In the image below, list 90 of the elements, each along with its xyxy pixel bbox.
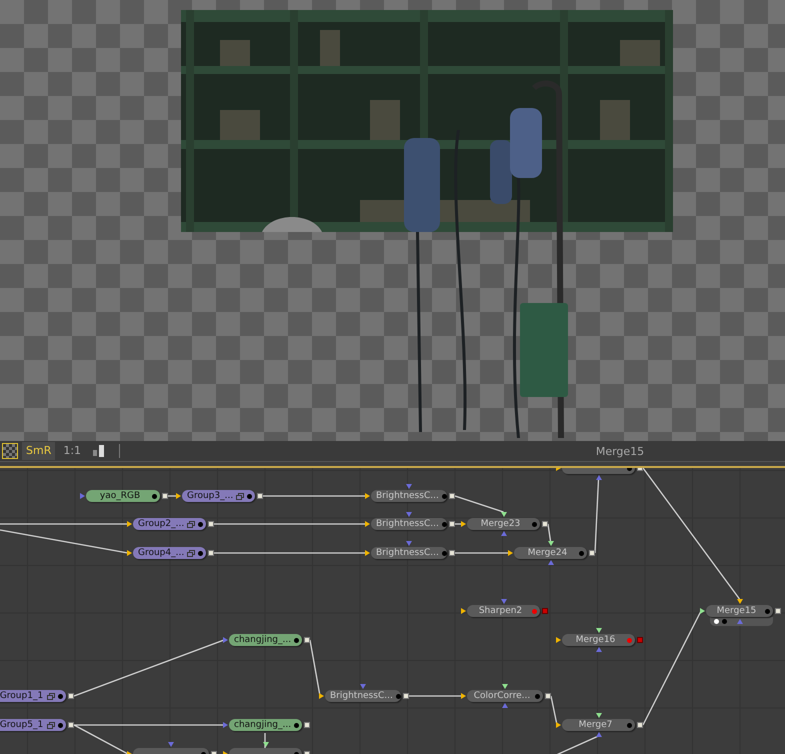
flow-node[interactable]: BrightnessC... [371, 518, 447, 530]
flow-node[interactable]: Merge24 [514, 547, 587, 559]
input-port[interactable] [365, 521, 370, 527]
output-port[interactable] [68, 693, 74, 699]
input-port[interactable] [548, 541, 554, 546]
input-port[interactable] [262, 742, 268, 747]
view-dot[interactable] [722, 619, 727, 624]
mask-port[interactable] [502, 703, 508, 708]
input-port[interactable] [700, 608, 705, 614]
input-port[interactable] [461, 521, 466, 527]
flow-node[interactable]: Group1_1 [0, 690, 66, 702]
output-port[interactable] [208, 521, 214, 527]
group-icon[interactable] [47, 722, 55, 728]
flow-node[interactable]: Merge16 [562, 634, 635, 646]
output-port[interactable] [208, 550, 214, 556]
group-icon[interactable] [187, 550, 196, 556]
mask-port[interactable] [168, 742, 174, 747]
mask-port[interactable] [596, 647, 602, 652]
flow-node[interactable]: changjing_... [229, 634, 302, 646]
mask-port[interactable] [548, 560, 554, 565]
output-port[interactable] [449, 493, 455, 499]
output-port[interactable] [403, 693, 409, 699]
group-icon[interactable] [236, 492, 244, 500]
input-port[interactable] [365, 493, 370, 499]
input-port[interactable] [461, 693, 466, 699]
output-port[interactable] [304, 637, 310, 643]
flow-node[interactable]: BrightnessC... [371, 547, 447, 559]
input-port[interactable] [319, 693, 324, 699]
mask-port[interactable] [596, 475, 602, 480]
mask-port[interactable] [406, 484, 412, 489]
input-port[interactable] [127, 521, 132, 527]
output-port[interactable] [68, 722, 74, 728]
mask-port[interactable] [500, 599, 506, 604]
flow-node[interactable]: Merge7 [562, 719, 635, 731]
flow-node[interactable]: BrightnessC... [371, 490, 447, 502]
output-port[interactable] [637, 637, 643, 643]
output-port[interactable] [542, 521, 548, 527]
output-port[interactable] [257, 493, 263, 499]
input-port[interactable] [461, 608, 466, 614]
input-port[interactable] [596, 628, 602, 633]
mask-port[interactable] [360, 684, 366, 689]
flow-node[interactable]: BrightnessC... [325, 690, 401, 702]
input-port[interactable] [500, 512, 506, 517]
input-port[interactable] [502, 684, 508, 689]
output-port[interactable] [637, 722, 643, 728]
flow-node[interactable]: Sharpen2 [467, 605, 540, 617]
mask-port[interactable] [500, 531, 506, 536]
connector-line [409, 695, 462, 697]
input-port[interactable] [127, 550, 132, 556]
flow-node[interactable]: Merge15 [706, 605, 773, 617]
input-port[interactable] [556, 722, 561, 728]
output-port[interactable] [545, 693, 551, 699]
flow-node[interactable]: ColorCorre... [467, 690, 543, 702]
input-port[interactable] [736, 599, 742, 604]
input-port[interactable] [176, 493, 181, 499]
input-port[interactable] [365, 550, 370, 556]
flow-node[interactable]: Merge23 [467, 518, 540, 530]
input-port[interactable] [80, 493, 85, 499]
view-dot[interactable] [714, 619, 719, 624]
connector-line [455, 552, 509, 554]
viewer-title: Merge15 [594, 445, 644, 458]
smr-button[interactable]: SmR [22, 442, 56, 460]
output-port[interactable] [449, 550, 455, 556]
output-port[interactable] [162, 493, 168, 499]
output-port[interactable] [304, 722, 310, 728]
input-port[interactable] [223, 637, 228, 643]
input-port[interactable] [223, 722, 228, 728]
input-port[interactable] [556, 637, 561, 643]
output-port[interactable] [589, 550, 595, 556]
flow-node[interactable]: yao_RGB [86, 490, 160, 502]
connector-line [264, 733, 266, 748]
output-port[interactable] [775, 608, 781, 614]
flow-node[interactable]: Group2_... [133, 518, 206, 530]
flow-node[interactable]: Group4_... [133, 547, 206, 559]
scale-button[interactable]: 1:1 [59, 442, 86, 460]
group-icon[interactable] [47, 692, 55, 700]
connector-line [454, 495, 504, 513]
flow-node[interactable]: Group5_1 [0, 719, 66, 731]
mask-port[interactable] [596, 732, 602, 737]
input-port[interactable] [508, 550, 513, 556]
checkerboard-toggle[interactable] [2, 443, 18, 459]
flow-node[interactable]: changjing_... [229, 719, 302, 731]
output-port[interactable] [449, 521, 455, 527]
mask-port[interactable] [406, 541, 412, 546]
mask-port[interactable] [406, 512, 412, 517]
output-port[interactable] [542, 608, 548, 614]
input-port[interactable] [596, 713, 602, 718]
connector-line [547, 524, 552, 542]
group-icon[interactable] [187, 520, 196, 528]
flow-node[interactable]: Group3_... [182, 490, 255, 502]
